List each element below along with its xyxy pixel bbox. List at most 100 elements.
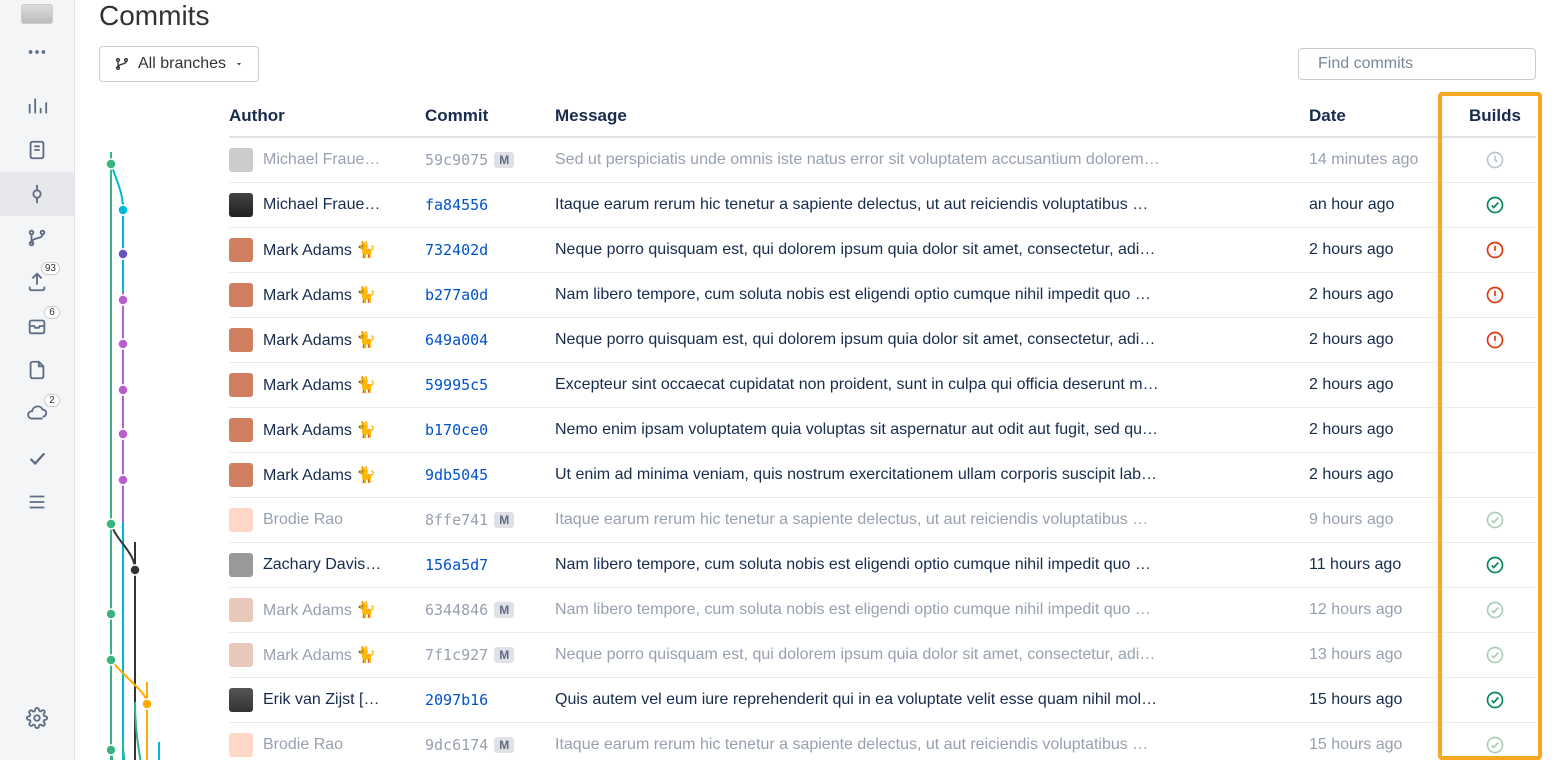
commit-hash[interactable]: fa84556 bbox=[425, 196, 488, 214]
avatar bbox=[229, 598, 253, 622]
table-row[interactable]: Mark Adams 🐈b170ce0Nemo enim ipsam volup… bbox=[229, 408, 1536, 453]
commit-hash[interactable]: 7f1c927 bbox=[425, 646, 488, 664]
build-status[interactable] bbox=[1454, 240, 1536, 260]
commit-hash[interactable]: 9dc6174 bbox=[425, 736, 488, 754]
commit-hash[interactable]: 59995c5 bbox=[425, 376, 488, 394]
commit-hash[interactable]: 649a004 bbox=[425, 331, 488, 349]
avatar bbox=[229, 733, 253, 757]
build-status[interactable] bbox=[1454, 195, 1536, 215]
commit-message: Neque porro quisquam est, qui dolorem ip… bbox=[555, 646, 1309, 664]
search-icon bbox=[1309, 56, 1310, 72]
table-row[interactable]: Michael Fraue…fa84556Itaque earum rerum … bbox=[229, 183, 1536, 228]
avatar bbox=[229, 643, 253, 667]
build-status[interactable] bbox=[1454, 645, 1536, 665]
commit-message: Nemo enim ipsam voluptatem quia voluptas… bbox=[555, 421, 1309, 439]
nav-branches[interactable] bbox=[0, 216, 74, 260]
commit-message: Excepteur sint occaecat cupidatat non pr… bbox=[555, 376, 1309, 394]
commit-cell: 9db5045 bbox=[425, 466, 555, 484]
commit-hash[interactable]: 6344846 bbox=[425, 601, 488, 619]
commit-hash[interactable]: 156a5d7 bbox=[425, 556, 488, 574]
commit-cell: 8ffe741 M bbox=[425, 511, 555, 529]
col-author: Author bbox=[229, 106, 425, 126]
nav-commits[interactable] bbox=[0, 172, 74, 216]
nav-push[interactable]: 93 bbox=[0, 260, 74, 304]
nav-overview[interactable] bbox=[0, 84, 74, 128]
commits-table: Author Commit Message Date Builds Michae… bbox=[229, 96, 1536, 760]
more-menu[interactable] bbox=[0, 30, 74, 74]
table-row[interactable]: Brodie Rao8ffe741MItaque earum rerum hic… bbox=[229, 498, 1536, 543]
push-badge: 93 bbox=[41, 262, 60, 275]
table-row[interactable]: Mark Adams 🐈649a004Neque porro quisquam … bbox=[229, 318, 1536, 363]
author-cell: Brodie Rao bbox=[229, 733, 425, 757]
nav-cloud[interactable]: 2 bbox=[0, 392, 74, 436]
nav-page[interactable] bbox=[0, 348, 74, 392]
pull-badge: 6 bbox=[44, 306, 60, 319]
build-status[interactable] bbox=[1454, 555, 1536, 575]
author-name: Mark Adams 🐈 bbox=[263, 375, 376, 395]
table-row[interactable]: Erik van Zijst […2097b16 Quis autem vel e… bbox=[229, 678, 1536, 723]
commit-hash[interactable]: 9db5045 bbox=[425, 466, 488, 484]
merge-badge: M bbox=[494, 647, 514, 663]
build-status[interactable] bbox=[1454, 510, 1536, 530]
build-status[interactable] bbox=[1454, 150, 1536, 170]
commit-date: 15 hours ago bbox=[1309, 691, 1454, 709]
commit-date: 2 hours ago bbox=[1309, 376, 1454, 394]
commit-hash[interactable]: 59c9075 bbox=[425, 151, 488, 169]
search-input[interactable] bbox=[1318, 55, 1525, 73]
commit-hash[interactable]: 8ffe741 bbox=[425, 511, 488, 529]
commit-hash[interactable]: b277a0d bbox=[425, 286, 488, 304]
nav-settings[interactable] bbox=[0, 696, 74, 740]
file-icon bbox=[26, 139, 48, 161]
cloud-icon bbox=[26, 403, 48, 425]
author-cell: Erik van Zijst [… bbox=[229, 688, 425, 712]
gear-icon bbox=[26, 707, 48, 729]
cloud-badge: 2 bbox=[44, 394, 60, 407]
sidebar: 93 6 2 bbox=[0, 0, 75, 760]
commit-graph bbox=[99, 96, 229, 760]
commit-date: 15 hours ago bbox=[1309, 736, 1454, 754]
commit-message: Quis autem vel eum iure reprehenderit qu… bbox=[555, 691, 1309, 709]
build-status[interactable] bbox=[1454, 285, 1536, 305]
table-row[interactable]: Zachary Davis…156a5d7Nam libero tempore,… bbox=[229, 543, 1536, 588]
table-row[interactable]: Mark Adams 🐈732402dNeque porro quisquam … bbox=[229, 228, 1536, 273]
branch-selector[interactable]: All branches bbox=[99, 46, 259, 82]
table-row[interactable]: Michael Fraue…59c9075MSed ut perspiciati… bbox=[229, 138, 1536, 183]
commit-date: 11 hours ago bbox=[1309, 556, 1454, 574]
commit-message: Ut enim ad minima veniam, quis nostrum e… bbox=[555, 466, 1309, 484]
author-name: Mark Adams 🐈 bbox=[263, 600, 376, 620]
merge-badge: M bbox=[494, 602, 514, 618]
table-row[interactable]: Mark Adams 🐈b277a0dNam libero tempore, c… bbox=[229, 273, 1536, 318]
commit-hash[interactable]: 732402d bbox=[425, 241, 488, 259]
table-row[interactable]: Mark Adams 🐈6344846MNam libero tempore, … bbox=[229, 588, 1536, 633]
merge-badge: M bbox=[494, 512, 514, 528]
table-row[interactable]: Mark Adams 🐈7f1c927MNeque porro quisquam… bbox=[229, 633, 1536, 678]
build-status[interactable] bbox=[1454, 690, 1536, 710]
main-content: Commits All branches Author Commit Messa… bbox=[75, 0, 1560, 760]
table-row[interactable]: Brodie Rao9dc6174MItaque earum rerum hic… bbox=[229, 723, 1536, 760]
commit-cell: 649a004 bbox=[425, 331, 555, 349]
project-avatar[interactable] bbox=[7, 0, 67, 30]
author-cell: Mark Adams 🐈 bbox=[229, 238, 425, 262]
nav-check[interactable] bbox=[0, 436, 74, 480]
table-row[interactable]: Mark Adams 🐈 59995c5 Excepteur sint occaec… bbox=[229, 363, 1536, 408]
table-row[interactable]: Mark Adams 🐈9db5045Ut enim ad minima ven… bbox=[229, 453, 1536, 498]
commit-date: 12 hours ago bbox=[1309, 601, 1454, 619]
nav-menu[interactable] bbox=[0, 480, 74, 524]
build-status[interactable] bbox=[1454, 735, 1536, 755]
nav-source[interactable] bbox=[0, 128, 74, 172]
avatar bbox=[229, 508, 253, 532]
commit-hash[interactable]: b170ce0 bbox=[425, 421, 488, 439]
avatar bbox=[229, 148, 253, 172]
build-status[interactable] bbox=[1454, 330, 1536, 350]
branch-icon bbox=[114, 56, 130, 72]
avatar bbox=[229, 418, 253, 442]
col-commit: Commit bbox=[425, 106, 555, 126]
avatar bbox=[229, 553, 253, 577]
search-box[interactable] bbox=[1298, 48, 1536, 80]
inbox-icon bbox=[26, 315, 48, 337]
commit-hash[interactable]: 2097b16 bbox=[425, 691, 488, 709]
build-status[interactable] bbox=[1454, 600, 1536, 620]
commit-cell: 7f1c927 M bbox=[425, 646, 555, 664]
nav-pull[interactable]: 6 bbox=[0, 304, 74, 348]
commit-cell: 6344846 M bbox=[425, 601, 555, 619]
